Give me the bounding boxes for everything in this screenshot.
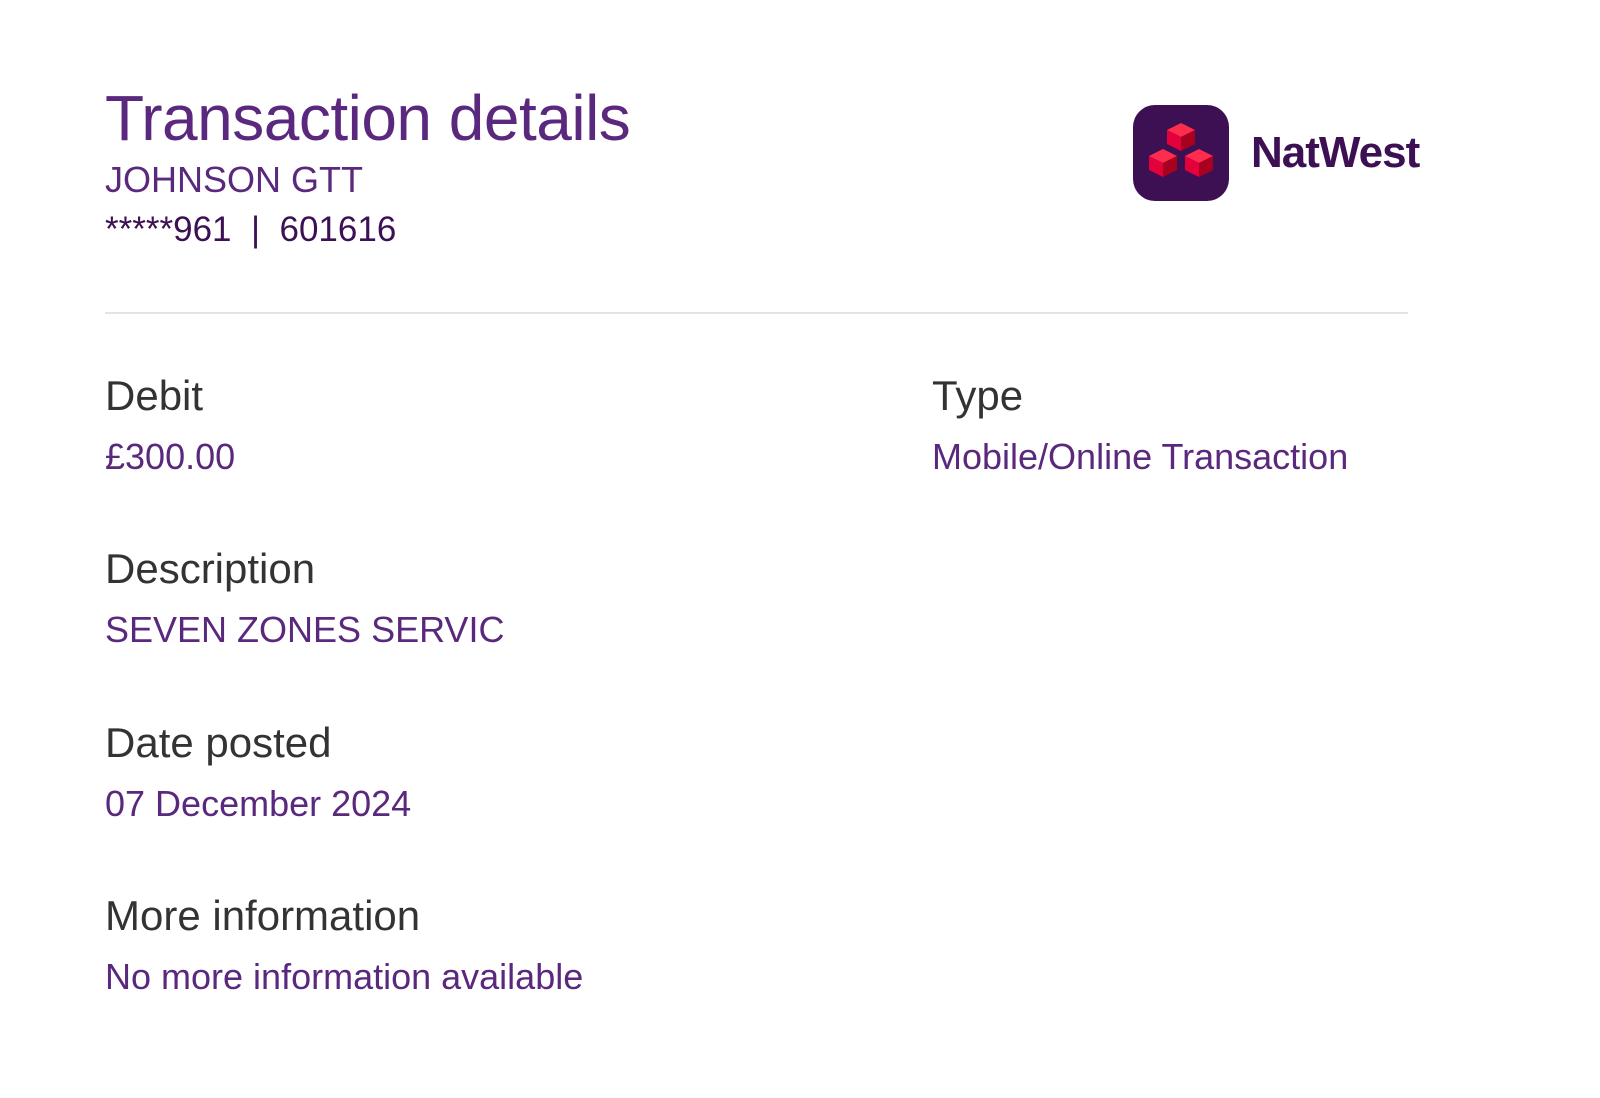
header-divider: [105, 312, 1408, 314]
description-field: Description SEVEN ZONES SERVIC: [105, 543, 504, 653]
debit-label: Debit: [105, 372, 204, 419]
account-numbers: *****961 | 601616: [105, 210, 397, 249]
description-label: Description: [105, 545, 316, 592]
more-information-field: More information No more information ava…: [105, 890, 583, 1000]
account-name: JOHNSON GTT: [105, 159, 363, 200]
logo-wordmark: NatWest: [1251, 128, 1420, 177]
type-value: Mobile/Online Transaction: [932, 436, 1349, 477]
debit-value: £300.00: [105, 436, 236, 477]
page-title: Transaction details: [105, 82, 631, 154]
date-posted-field: Date posted 07 December 2024: [105, 717, 411, 827]
date-posted-value: 07 December 2024: [105, 783, 412, 824]
natwest-logo: NatWest: [1133, 105, 1420, 201]
more-information-label: More information: [105, 892, 421, 939]
type-field: Type Mobile/Online Transaction: [932, 370, 1348, 480]
type-label: Type: [932, 372, 1024, 419]
more-information-value: No more information available: [105, 956, 584, 997]
natwest-cubes-icon: [1133, 105, 1229, 201]
date-posted-label: Date posted: [105, 719, 332, 766]
description-value: SEVEN ZONES SERVIC: [105, 609, 505, 650]
transaction-header: Transaction details JOHNSON GTT *****961…: [105, 80, 631, 252]
debit-field: Debit £300.00: [105, 370, 235, 480]
